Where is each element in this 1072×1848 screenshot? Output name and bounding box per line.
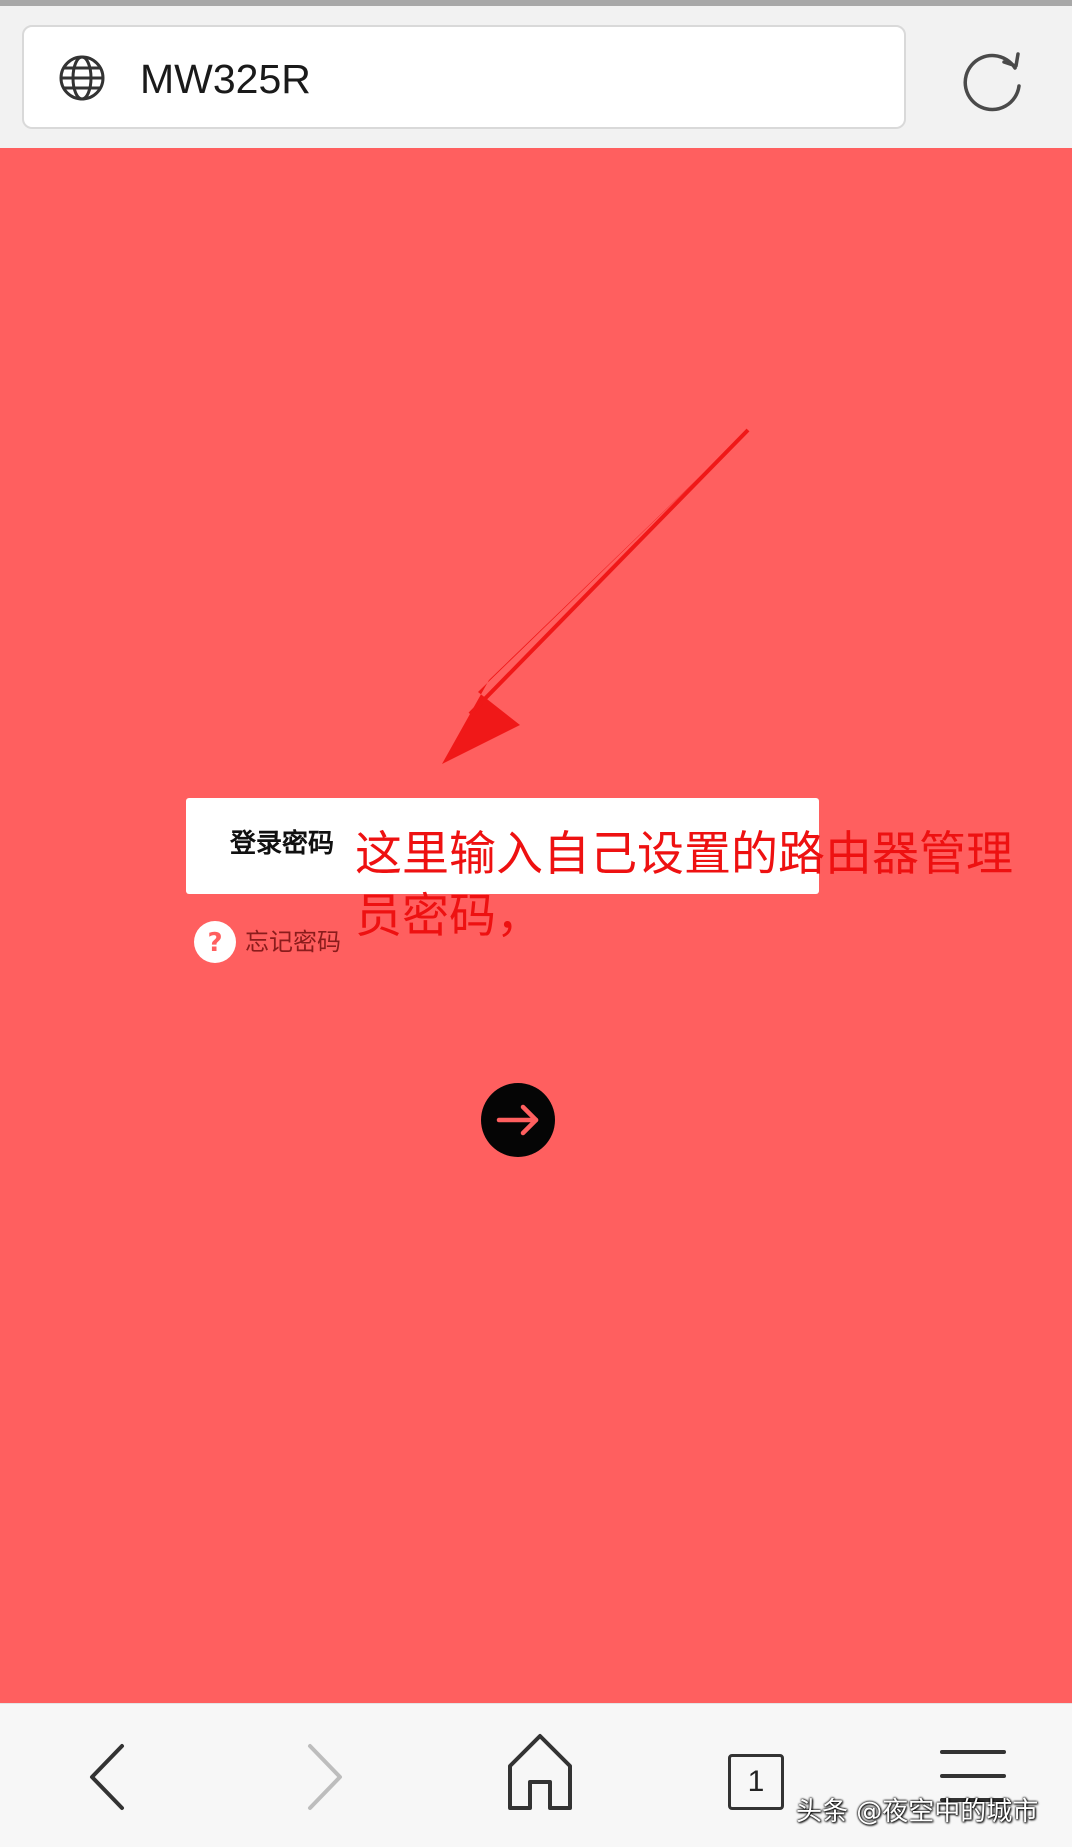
chevron-right-icon[interactable]: [290, 1704, 360, 1848]
url-text[interactable]: MW325R: [140, 51, 311, 107]
globe-icon: [59, 55, 105, 101]
home-icon[interactable]: [500, 1704, 580, 1848]
chevron-left-icon[interactable]: [72, 1704, 142, 1848]
forgot-password-label[interactable]: 忘记密码: [245, 924, 341, 960]
watermark: 头条 @夜空中的城市: [796, 1797, 1039, 1827]
browser-address-area: MW325R: [0, 6, 1072, 148]
address-bar[interactable]: MW325R: [22, 25, 906, 129]
password-label: 登录密码: [230, 829, 335, 859]
refresh-icon[interactable]: [957, 46, 1029, 118]
tab-count-button[interactable]: 1: [728, 1754, 784, 1810]
router-login-page: 登录密码 ? 忘记密码 这里输入自己设置的路由器管理员密码，: [0, 148, 1072, 1703]
login-submit-button[interactable]: [481, 1083, 555, 1157]
arrow-right-icon: [496, 1104, 539, 1136]
question-icon: ?: [194, 921, 236, 963]
annotation-text: 这里输入自己设置的路由器管理员密码，: [355, 827, 1013, 944]
svg-text:?: ?: [207, 928, 222, 958]
browser-bottom-toolbar: 1 头条 @夜空中的城市: [0, 1703, 1072, 1847]
